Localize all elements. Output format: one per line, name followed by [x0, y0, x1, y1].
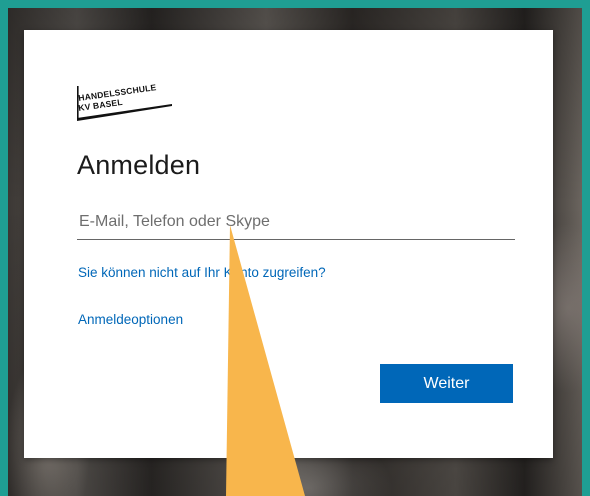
email-field[interactable]	[77, 205, 515, 240]
cant-access-account-link[interactable]: Sie können nicht auf Ihr Konto zugreifen…	[78, 265, 326, 280]
signin-options-link[interactable]: Anmeldeoptionen	[78, 312, 183, 327]
page-title: Anmelden	[77, 150, 201, 180]
next-button[interactable]: Weiter	[380, 364, 513, 403]
org-logo: HANDELSSCHULE KV BASEL	[77, 82, 177, 124]
